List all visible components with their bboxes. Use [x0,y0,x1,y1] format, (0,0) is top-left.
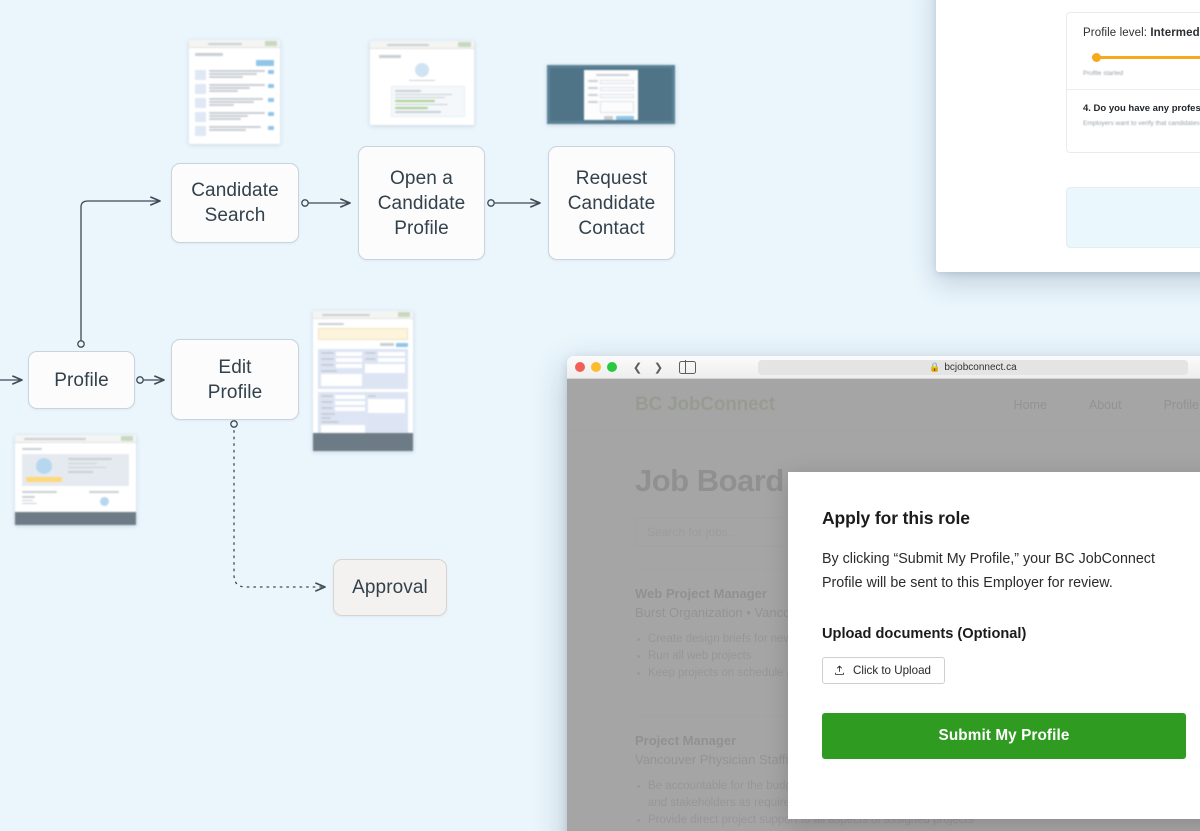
profile-level-text: Profile level: Intermediate [1083,27,1200,39]
node-label-line2: Search [204,205,266,226]
profile-progress-caption: Profile started [1083,70,1124,77]
back-icon[interactable]: ❮ [630,360,645,375]
submit-button-label: Submit My Profile [938,727,1070,744]
sidebar-toggle-icon[interactable] [679,360,696,374]
address-bar[interactable]: 🔒 bcjobconnect.ca [757,359,1188,375]
node-candidate-search[interactable]: Candidate Search [171,163,299,243]
profile-question: 4. Do you have any professional c [1083,103,1200,114]
upload-section-label: Upload documents (Optional) [822,626,1027,642]
forward-icon[interactable]: ❯ [651,360,666,375]
thumbnail-candidate-search [189,40,280,144]
node-approval[interactable]: Approval [333,559,447,616]
node-label-line2: Profile [207,381,263,403]
thumbnail-candidate-profile [370,41,474,125]
submit-profile-button[interactable]: Submit My Profile [822,713,1186,759]
lock-icon: 🔒 [929,361,941,372]
node-label-line1: Approval [352,577,428,598]
node-profile[interactable]: Profile [28,351,135,409]
modal-title: Apply for this role [822,508,970,528]
profile-level-prefix: Profile level: [1083,27,1148,39]
thumbnail-edit-profile [313,311,413,451]
upload-button-label: Click to Upload [853,664,931,677]
node-label-line3: Profile [394,217,449,239]
node-label-line1: Edit [218,356,252,378]
node-open-candidate-profile[interactable]: Open a Candidate Profile [358,146,485,260]
profile-page-preview: Profile level: Intermediate Profile star… [936,0,1200,272]
node-label-line1: Candidate [191,180,279,201]
thumbnail-request-contact [547,65,675,124]
upload-button[interactable]: Click to Upload [822,657,945,684]
profile-level-card: Profile level: Intermediate Profile star… [1066,12,1200,153]
close-window-button[interactable] [575,362,585,372]
apply-modal: Apply for this role By clicking “Submit … [788,472,1200,819]
profile-progress-handle[interactable] [1092,53,1101,62]
node-label-line2: Candidate [377,192,466,214]
upload-icon [835,665,844,675]
modal-body-text: By clicking “Submit My Profile,” your BC… [822,551,1155,591]
node-label-line1: Open a [390,167,453,189]
profile-info-card [1066,187,1200,248]
thumbnail-profile-page [15,435,136,525]
profile-progress-bar [1092,53,1200,62]
node-label-line3: Contact [578,217,645,239]
node-edit-profile[interactable]: Edit Profile [171,339,299,420]
node-request-candidate-contact[interactable]: Request Candidate Contact [548,146,675,260]
node-label-line2: Candidate [567,192,656,214]
node-label-line1: Profile [54,369,109,391]
browser-titlebar: ❮ ❯ 🔒 bcjobconnect.ca ↻ [567,356,1200,379]
url-text: bcjobconnect.ca [944,361,1017,373]
screenshot-root: Candidate Search Open a Candidate Profil… [0,0,1200,831]
node-label-line1: Request [575,167,648,189]
profile-level-value: Intermediate [1150,27,1200,39]
profile-question-subtext: Employers want to verify that candidates… [1083,120,1200,127]
maximize-window-button[interactable] [607,362,617,372]
minimize-window-button[interactable] [591,362,601,372]
